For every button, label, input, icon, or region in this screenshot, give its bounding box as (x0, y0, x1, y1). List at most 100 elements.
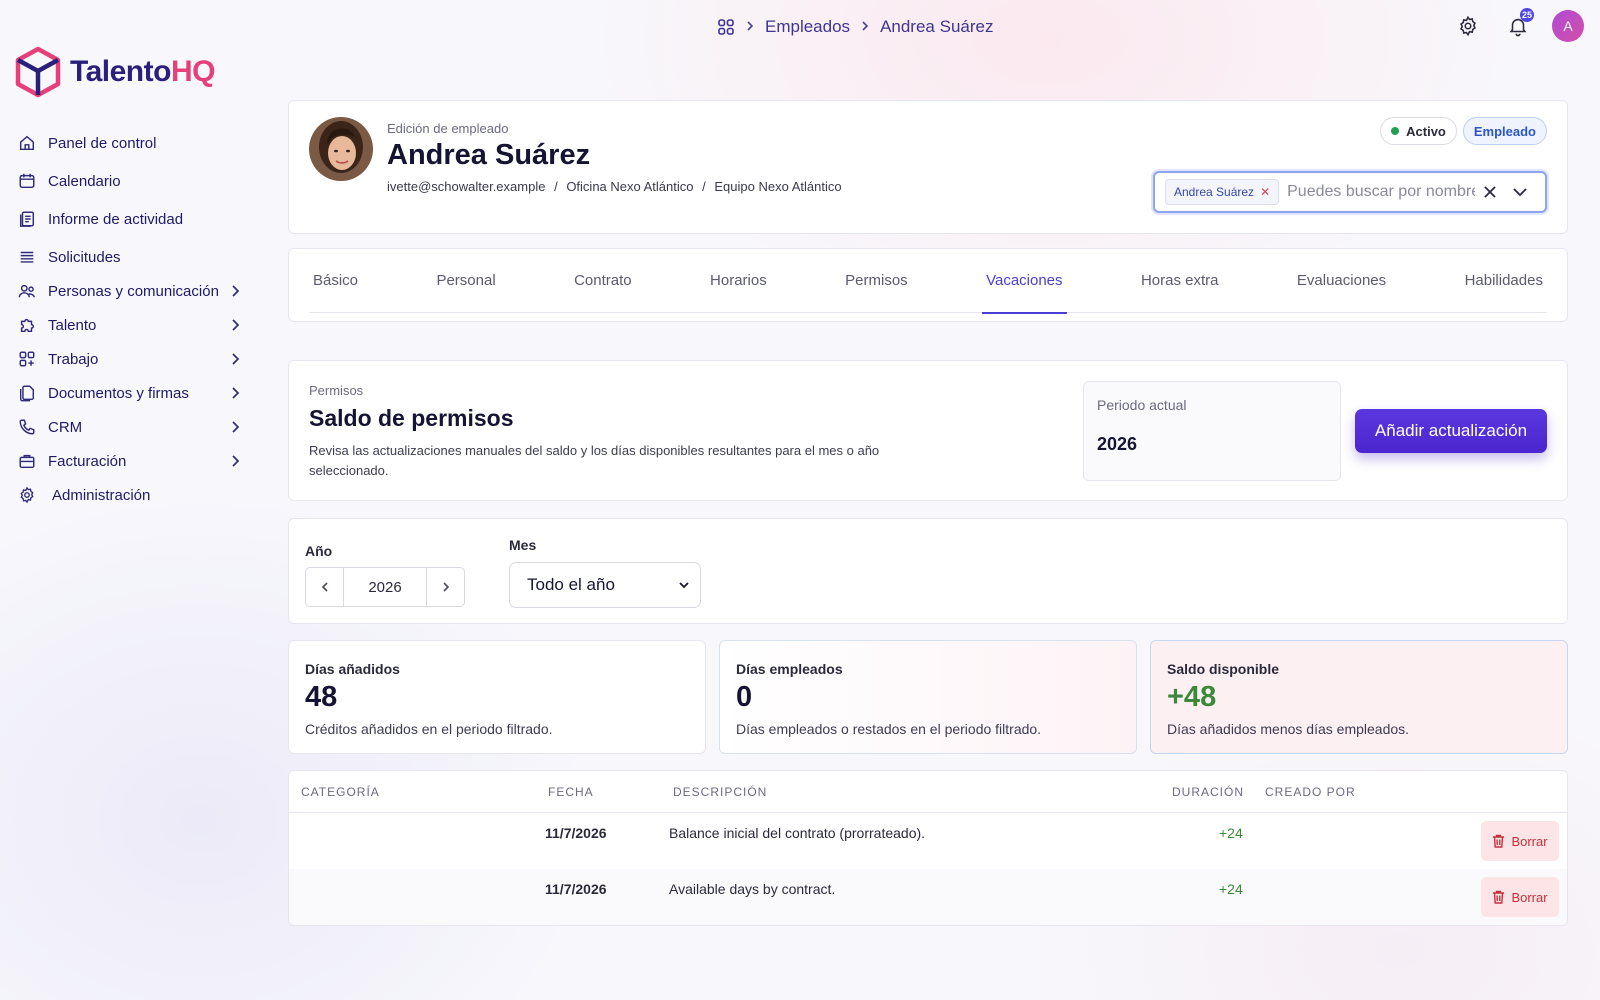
sidebar-item-billing[interactable]: Facturación (16, 444, 242, 478)
chevron-right-icon (228, 420, 242, 434)
tab-evaluaciones[interactable]: Evaluaciones (1293, 249, 1390, 313)
year-stepper: 2026 (305, 567, 465, 607)
people-icon (16, 280, 38, 302)
breadcrumb: Empleados Andrea Suárez (717, 14, 993, 40)
chevron-right-icon (745, 19, 755, 35)
year-value[interactable]: 2026 (343, 568, 427, 606)
puzzle-icon (16, 314, 38, 336)
status-dot (1391, 127, 1400, 135)
employee-edit-subtitle: Edición de empleado (387, 121, 509, 136)
list-icon (16, 246, 38, 268)
remove-chip-icon[interactable]: ✕ (1260, 185, 1270, 199)
tab-contrato[interactable]: Contrato (570, 249, 636, 313)
clear-selection-icon[interactable] (1475, 185, 1505, 199)
column-header-date: FECHA (548, 785, 594, 799)
add-update-button[interactable]: Añadir actualización (1355, 409, 1547, 453)
cell-duration: +24 (1219, 881, 1243, 897)
month-select[interactable]: Todo el año (509, 562, 701, 608)
grid-icon (16, 348, 38, 370)
sidebar-item-talent[interactable]: Talento (16, 308, 242, 342)
report-icon (16, 208, 38, 230)
notification-count-badge: 25 (1519, 8, 1534, 22)
tab-vacaciones[interactable]: Vacaciones (982, 249, 1067, 314)
phone-icon (16, 416, 38, 438)
documents-icon (16, 382, 38, 404)
chevron-right-icon (228, 454, 242, 468)
tab-horarios[interactable]: Horarios (706, 249, 771, 313)
column-header-category: CATEGORÍA (301, 785, 380, 799)
employee-photo (309, 117, 373, 181)
employee-tabs: Básico Personal Contrato Horarios Permis… (309, 249, 1547, 314)
role-badge: Empleado (1462, 117, 1547, 145)
employee-email: ivette@schowalter.example (387, 179, 546, 194)
current-period-value: 2026 (1097, 434, 1138, 454)
tab-personal[interactable]: Personal (432, 249, 499, 313)
section-title: Saldo de permisos (309, 405, 514, 431)
sidebar-item-crm[interactable]: CRM (16, 410, 242, 444)
sidebar-nav: Panel de control Calendario Informe de a… (16, 126, 242, 512)
chevron-down-icon (678, 581, 690, 589)
chevron-right-icon (228, 318, 242, 332)
sidebar-item-calendar[interactable]: Calendario (16, 164, 242, 198)
sidebar-item-admin[interactable]: Administración (16, 478, 242, 512)
tab-habilidades[interactable]: Habilidades (1461, 249, 1547, 313)
cell-description: Balance inicial del contrato (prorratead… (669, 825, 926, 841)
sidebar-item-activity-report[interactable]: Informe de actividad (16, 202, 242, 236)
brand-logo[interactable]: TalentoHQ (14, 46, 215, 98)
gear-icon (1457, 15, 1479, 37)
year-next-button[interactable] (427, 568, 464, 606)
stat-value: 0 (736, 681, 753, 713)
table-row: 11/7/2026 Available days by contract. +2… (289, 869, 1567, 925)
tab-horas-extra[interactable]: Horas extra (1137, 249, 1223, 313)
apps-grid-icon[interactable] (717, 18, 735, 36)
employee-office: Oficina Nexo Atlántico (566, 179, 694, 194)
delete-button[interactable]: Borrar (1481, 877, 1559, 917)
employee-selector[interactable]: Andrea Suárez ✕ (1153, 171, 1547, 213)
cube-logo-icon (14, 46, 62, 98)
meta-separator: / (554, 179, 558, 194)
section-kicker: Permisos (309, 383, 364, 398)
chevron-down-icon[interactable] (1505, 187, 1535, 197)
current-period-label: Periodo actual (1097, 397, 1187, 413)
status-badge: Activo (1380, 117, 1457, 145)
gear-icon (16, 484, 38, 506)
delete-button[interactable]: Borrar (1481, 821, 1559, 861)
sidebar-item-work[interactable]: Trabajo (16, 342, 242, 376)
tab-permisos[interactable]: Permisos (841, 249, 912, 313)
sidebar-item-panel[interactable]: Panel de control (16, 126, 242, 160)
chevron-right-icon (228, 386, 242, 400)
year-label: Año (305, 543, 333, 559)
employee-search-input[interactable] (1287, 183, 1475, 201)
breadcrumb-employees-link[interactable]: Empleados (765, 17, 850, 37)
selected-employee-chip: Andrea Suárez ✕ (1165, 179, 1280, 205)
stat-value: +48 (1167, 681, 1217, 713)
user-avatar[interactable]: A (1552, 10, 1584, 42)
sidebar-item-requests[interactable]: Solicitudes (16, 240, 242, 274)
calendar-icon (16, 170, 38, 192)
sidebar-item-documents[interactable]: Documentos y firmas (16, 376, 242, 410)
briefcase-icon (16, 450, 38, 472)
month-label: Mes (509, 537, 537, 553)
section-description: Revisa las actualizaciones manuales del … (309, 443, 880, 478)
cell-date: 11/7/2026 (545, 881, 607, 897)
employee-name: Andrea Suárez (387, 139, 591, 171)
chevron-right-icon (442, 581, 450, 593)
home-icon (16, 132, 38, 154)
top-actions: 25 A (1452, 8, 1584, 42)
cell-description: Available days by contract. (669, 881, 836, 897)
year-prev-button[interactable] (306, 568, 343, 606)
stat-card-balance: Saldo disponible +48 Días añadidos menos… (1150, 640, 1568, 754)
notifications-button[interactable]: 25 (1502, 8, 1534, 42)
tab-basico[interactable]: Básico (309, 249, 362, 313)
column-header-created-by: CREADO POR (1265, 785, 1356, 799)
brand-name: TalentoHQ (70, 55, 215, 88)
chevron-right-icon (228, 352, 242, 366)
settings-button[interactable] (1452, 10, 1484, 42)
chevron-left-icon (321, 581, 329, 593)
filters-card: Año 2026 Mes Todo el año (288, 518, 1568, 624)
leave-balance-card: Permisos Saldo de permisos Revisa las ac… (288, 360, 1568, 501)
sidebar-item-people[interactable]: Personas y comunicación (16, 274, 242, 308)
employee-team: Equipo Nexo Atlántico (714, 179, 842, 194)
current-period-box: Periodo actual 2026 (1083, 381, 1341, 481)
column-header-duration: DURACIÓN (1172, 785, 1245, 799)
